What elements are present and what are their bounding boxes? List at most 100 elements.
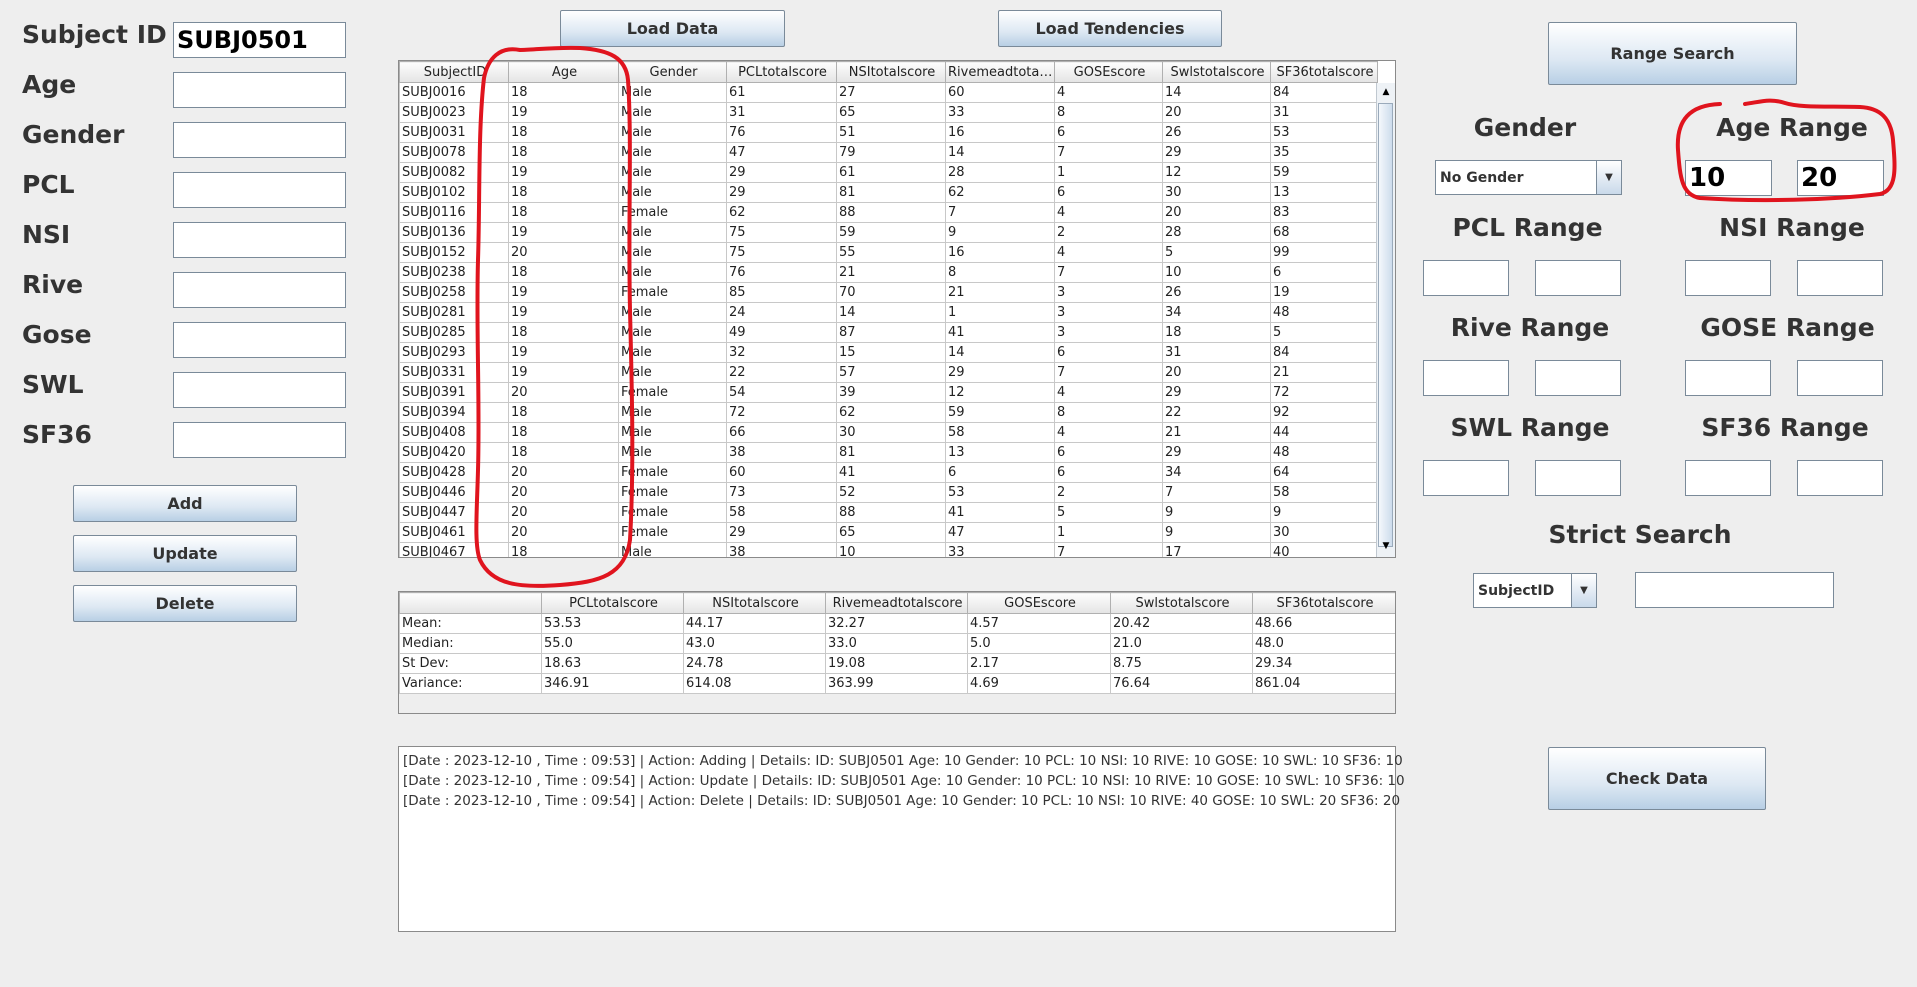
table-cell[interactable]: 57 xyxy=(836,362,946,383)
table-cell[interactable]: Male xyxy=(618,362,727,383)
table-cell[interactable]: 62 xyxy=(945,182,1055,203)
table-cell[interactable]: 64 xyxy=(1270,462,1378,483)
table-cell[interactable]: 58 xyxy=(726,502,837,523)
table-cell[interactable]: 19 xyxy=(508,362,619,383)
form-field[interactable] xyxy=(173,122,346,158)
table-cell[interactable]: SUBJ0078 xyxy=(399,142,509,163)
table-cell[interactable]: 9 xyxy=(945,222,1055,243)
table-cell[interactable]: 28 xyxy=(945,162,1055,183)
table-row[interactable]: SUBJ0281 19 Male 24 14 1 3 34 48 xyxy=(399,302,1378,323)
table-cell[interactable]: SUBJ0102 xyxy=(399,182,509,203)
table-cell[interactable]: 3 xyxy=(1054,282,1163,303)
table-cell[interactable]: Male xyxy=(618,82,727,103)
table-cell[interactable]: 26 xyxy=(1162,122,1271,143)
table-cell[interactable]: 12 xyxy=(1162,162,1271,183)
table-cell[interactable]: 48 xyxy=(1270,302,1378,323)
table-cell[interactable]: 29 xyxy=(1162,442,1271,463)
table-cell[interactable]: 84 xyxy=(1270,82,1378,103)
table-cell[interactable]: 41 xyxy=(945,502,1055,523)
table-cell[interactable]: 19 xyxy=(508,302,619,323)
table-cell[interactable]: 33 xyxy=(945,542,1055,557)
table-cell[interactable]: 44 xyxy=(1270,422,1378,443)
table-cell[interactable]: 34 xyxy=(1162,462,1271,483)
table-row[interactable]: SUBJ0102 18 Male 29 81 62 6 30 13 xyxy=(399,182,1378,203)
table-cell[interactable]: 87 xyxy=(836,322,946,343)
table-cell[interactable]: SUBJ0082 xyxy=(399,162,509,183)
table-cell[interactable]: SUBJ0023 xyxy=(399,102,509,123)
table-cell[interactable]: 2 xyxy=(1054,222,1163,243)
load-data-button[interactable]: Load Data xyxy=(560,10,785,47)
table-cell[interactable]: Female xyxy=(618,282,727,303)
table-cell[interactable]: 2 xyxy=(1054,482,1163,503)
table-cell[interactable]: 7 xyxy=(1054,262,1163,283)
table-cell[interactable]: SUBJ0461 xyxy=(399,522,509,543)
table-cell[interactable]: 92 xyxy=(1270,402,1378,423)
scrollbar-thumb[interactable] xyxy=(1378,103,1393,547)
table-cell[interactable]: 6 xyxy=(1054,342,1163,363)
column-header[interactable]: Rivemeadtotal... xyxy=(945,61,1055,83)
scroll-down-icon[interactable]: ▼ xyxy=(1377,537,1395,555)
table-cell[interactable]: 47 xyxy=(726,142,837,163)
table-cell[interactable]: 26 xyxy=(1162,282,1271,303)
table-row[interactable]: SUBJ0285 18 Male 49 87 41 3 18 5 xyxy=(399,322,1378,343)
table-cell[interactable]: 20 xyxy=(508,462,619,483)
table-row[interactable]: SUBJ0031 18 Male 76 51 16 6 26 53 xyxy=(399,122,1378,143)
table-cell[interactable]: 84 xyxy=(1270,342,1378,363)
table-cell[interactable]: Male xyxy=(618,142,727,163)
table-cell[interactable]: 8 xyxy=(1054,402,1163,423)
table-cell[interactable]: 76 xyxy=(726,262,837,283)
table-cell[interactable]: 75 xyxy=(726,222,837,243)
table-cell[interactable]: Male xyxy=(618,322,727,343)
table-cell[interactable]: Male xyxy=(618,122,727,143)
table-cell[interactable]: 19 xyxy=(508,222,619,243)
table-cell[interactable]: 60 xyxy=(945,82,1055,103)
chevron-down-icon[interactable]: ▼ xyxy=(1571,574,1596,607)
table-cell[interactable]: 7 xyxy=(1054,362,1163,383)
table-cell[interactable]: 22 xyxy=(1162,402,1271,423)
table-cell[interactable]: 53 xyxy=(1270,122,1378,143)
table-cell[interactable]: 1 xyxy=(1054,162,1163,183)
table-cell[interactable]: 18 xyxy=(1162,322,1271,343)
table-cell[interactable]: 5 xyxy=(1054,502,1163,523)
update-button[interactable]: Update xyxy=(73,535,297,572)
table-cell[interactable]: Female xyxy=(618,502,727,523)
table-cell[interactable]: 58 xyxy=(1270,482,1378,503)
table-cell[interactable]: 7 xyxy=(1054,542,1163,557)
scroll-up-icon[interactable]: ▲ xyxy=(1377,83,1395,101)
table-cell[interactable]: 24 xyxy=(726,302,837,323)
table-cell[interactable]: 21 xyxy=(945,282,1055,303)
table-row[interactable]: SUBJ0082 19 Male 29 61 28 1 12 59 xyxy=(399,162,1378,183)
table-cell[interactable]: 60 xyxy=(726,462,837,483)
table-cell[interactable]: Female xyxy=(618,462,727,483)
table-row[interactable]: SUBJ0258 19 Female 85 70 21 3 26 19 xyxy=(399,282,1378,303)
table-cell[interactable]: 31 xyxy=(1270,102,1378,123)
table-cell[interactable]: 88 xyxy=(836,502,946,523)
table-cell[interactable]: 19 xyxy=(1270,282,1378,303)
table-cell[interactable]: SUBJ0446 xyxy=(399,482,509,503)
table-row[interactable]: SUBJ0408 18 Male 66 30 58 4 21 44 xyxy=(399,422,1378,443)
table-cell[interactable]: 85 xyxy=(726,282,837,303)
table-cell[interactable]: Male xyxy=(618,422,727,443)
table-row[interactable]: SUBJ0331 19 Male 22 57 29 7 20 21 xyxy=(399,362,1378,383)
table-cell[interactable]: SUBJ0116 xyxy=(399,202,509,223)
form-field[interactable] xyxy=(173,372,346,408)
table-cell[interactable]: 4 xyxy=(1054,242,1163,263)
rive-min-field[interactable] xyxy=(1423,360,1509,396)
table-cell[interactable]: 65 xyxy=(836,522,946,543)
table-cell[interactable]: 72 xyxy=(1270,382,1378,403)
table-cell[interactable]: 4 xyxy=(1054,202,1163,223)
chevron-down-icon[interactable]: ▼ xyxy=(1596,161,1621,194)
table-cell[interactable]: 52 xyxy=(836,482,946,503)
table-cell[interactable]: Male xyxy=(618,242,727,263)
table-cell[interactable]: 29 xyxy=(1162,382,1271,403)
table-cell[interactable]: Male xyxy=(618,442,727,463)
table-cell[interactable]: 20 xyxy=(1162,102,1271,123)
table-cell[interactable]: 47 xyxy=(945,522,1055,543)
table-cell[interactable]: 18 xyxy=(508,262,619,283)
pcl-min-field[interactable] xyxy=(1423,260,1509,296)
table-cell[interactable]: 75 xyxy=(726,242,837,263)
table-cell[interactable]: 17 xyxy=(1162,542,1271,557)
table-cell[interactable]: 9 xyxy=(1270,502,1378,523)
table-cell[interactable]: Female xyxy=(618,482,727,503)
table-cell[interactable]: 41 xyxy=(836,462,946,483)
